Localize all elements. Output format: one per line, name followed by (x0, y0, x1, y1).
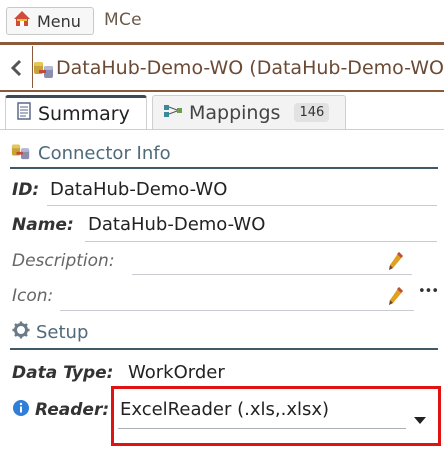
breadcrumb-divider (0, 90, 444, 92)
name-field-underline (85, 241, 437, 242)
connector-info-heading: Connector Info (10, 141, 171, 166)
gear-icon (12, 321, 30, 344)
id-label: ID: (12, 180, 40, 200)
topbar-divider (0, 42, 444, 45)
connector-icon (10, 141, 32, 166)
setup-title: Setup (36, 322, 89, 343)
mappings-count-badge: 146 (294, 103, 330, 122)
setup-heading: Setup (12, 321, 88, 344)
tab-summary-label: Summary (38, 102, 130, 125)
tab-mappings-label: Mappings (189, 101, 281, 124)
name-label: Name: (12, 215, 74, 235)
mappings-icon (163, 102, 183, 124)
icon-more-options-button[interactable]: ••• (418, 284, 439, 299)
icon-label: Icon: (12, 286, 54, 306)
reader-label: Reader: (35, 400, 110, 420)
edit-description-pencil-icon[interactable] (388, 251, 404, 275)
reader-selected-value: ExcelReader (.xls,.xlsx) (120, 399, 330, 420)
document-icon (16, 102, 32, 125)
chevron-left-icon (10, 59, 22, 77)
id-value: DataHub-Demo-WO (50, 179, 228, 200)
datatype-value: WorkOrder (128, 362, 225, 383)
menu-label: Menu (37, 11, 81, 31)
tab-summary[interactable]: Summary (5, 95, 147, 129)
datatype-label: Data Type: (12, 363, 114, 383)
reader-select[interactable]: ExcelReader (.xls,.xlsx) (118, 395, 436, 435)
icon-field[interactable] (60, 310, 414, 311)
tab-mappings[interactable]: Mappings 146 (152, 95, 346, 129)
section-divider (10, 167, 438, 169)
reader-select-underline (118, 428, 406, 429)
home-icon (13, 10, 31, 32)
info-icon[interactable] (12, 399, 30, 421)
edit-icon-pencil-icon[interactable] (388, 286, 404, 310)
section-divider (10, 348, 438, 350)
connector-info-title: Connector Info (38, 143, 171, 164)
name-field[interactable]: DataHub-Demo-WO (88, 214, 265, 235)
breadcrumb-title[interactable]: DataHub-Demo-WO (DataHub-Demo-WO) (56, 57, 444, 79)
id-field-underline (47, 205, 437, 206)
caret-down-icon (414, 410, 426, 429)
menu-button[interactable]: Menu (6, 7, 94, 35)
back-button[interactable] (4, 52, 28, 84)
description-label: Description: (12, 251, 115, 271)
connector-icon (33, 58, 55, 80)
tabs-divider (0, 129, 444, 130)
description-field[interactable] (132, 274, 412, 275)
app-title: MCe (104, 10, 142, 30)
